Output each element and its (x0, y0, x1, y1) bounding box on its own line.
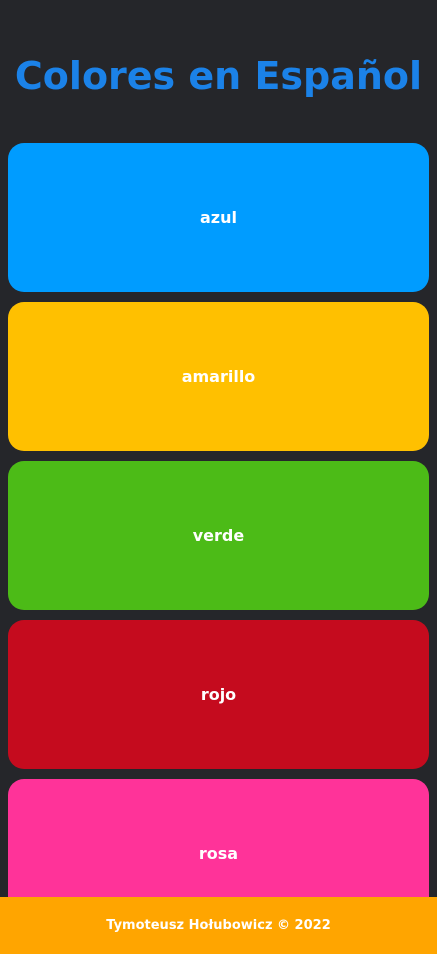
color-card-azul[interactable]: azul (8, 143, 429, 292)
footer-copyright: Tymoteusz Hołubowicz © 2022 (106, 918, 331, 933)
page-title: Colores en Español (14, 54, 423, 98)
color-card-label: amarillo (181, 367, 256, 386)
color-card-label: rosa (198, 844, 239, 863)
color-card-label: rojo (200, 685, 237, 704)
color-card-label: verde (192, 526, 245, 545)
color-card-label: azul (200, 208, 237, 227)
color-card-verde[interactable]: verde (8, 461, 429, 610)
footer: Tymoteusz Hołubowicz © 2022 (0, 897, 437, 954)
color-card-rojo[interactable]: rojo (8, 620, 429, 769)
color-card-list: azul amarillo verde rojo rosa (8, 143, 429, 938)
color-card-amarillo[interactable]: amarillo (8, 302, 429, 451)
